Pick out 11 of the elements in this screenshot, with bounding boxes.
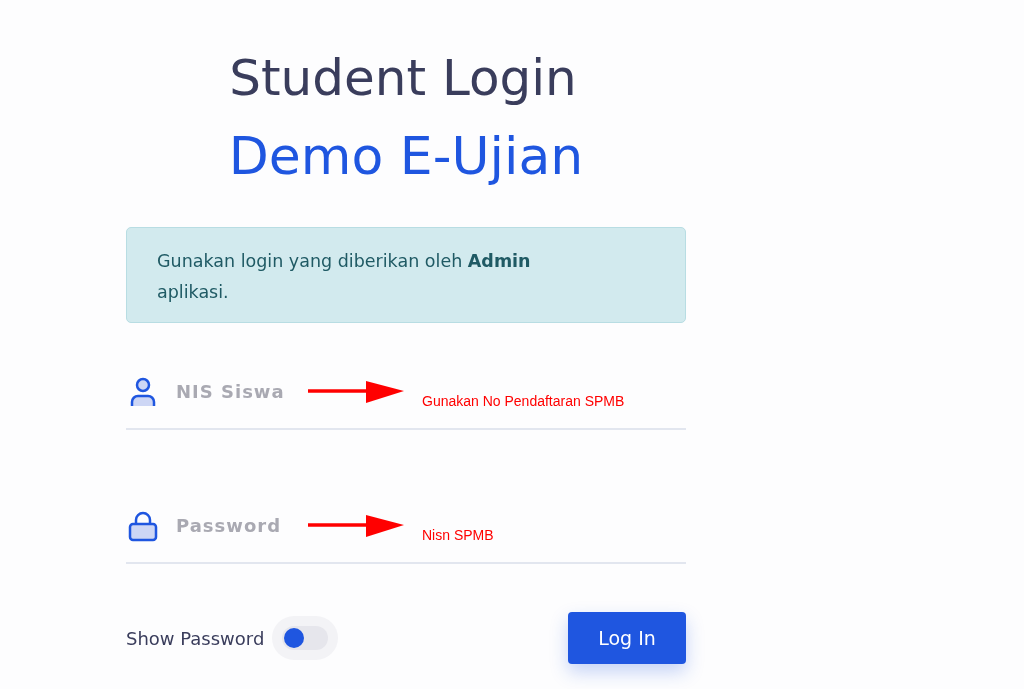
text-field[interactable]: NIS Siswa [176, 379, 302, 404]
annotation-text: Gunakan No Pendaftaran SPMB [422, 392, 625, 409]
page-title: Student Login [229, 48, 577, 109]
annotation-text: Nisn SPMB [422, 526, 494, 543]
toggle-label: Show Password [126, 627, 265, 649]
alert-text: Gunakan login yang diberikan oleh Admin aplikasi. [157, 250, 532, 304]
password-field[interactable]: Password [176, 513, 302, 538]
lock-icon [128, 509, 158, 542]
user-icon [128, 375, 158, 408]
login-button[interactable]: Log In [568, 612, 686, 664]
app-name: Demo E-Ujian [228, 125, 584, 188]
